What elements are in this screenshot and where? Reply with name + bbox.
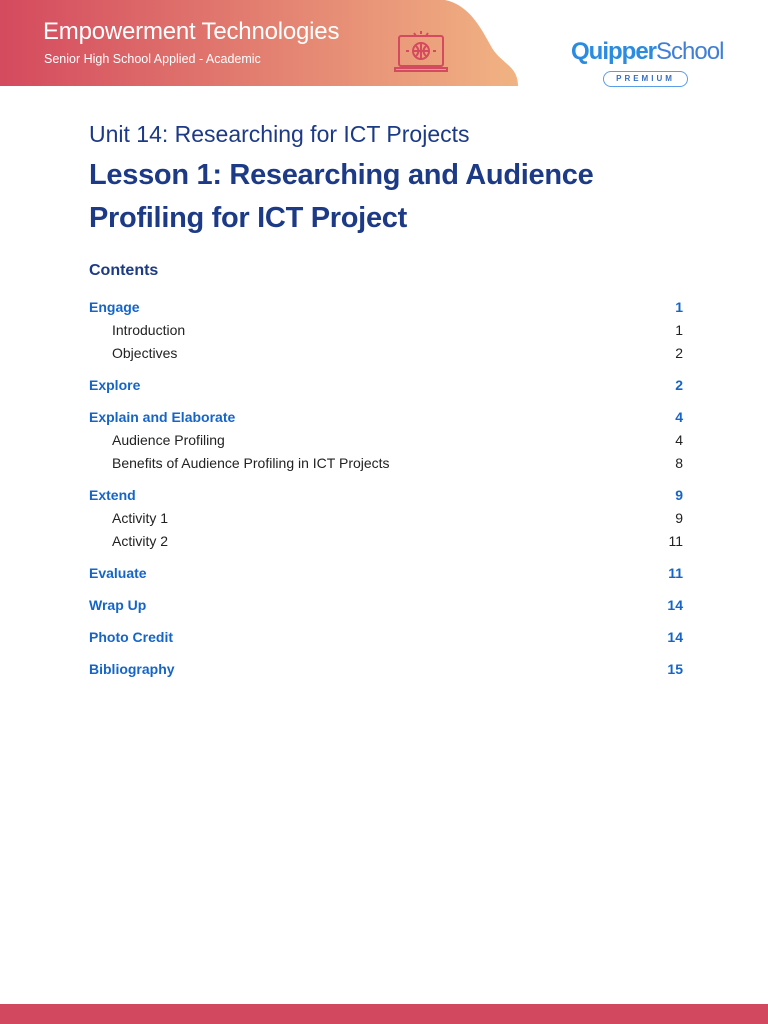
toc-entry-label: Explore xyxy=(89,377,141,393)
toc-entry-label: Photo Credit xyxy=(89,629,173,645)
toc-entry-page: 4 xyxy=(675,409,683,425)
toc-entry-label: Evaluate xyxy=(89,565,147,581)
toc-entry-label: Audience Profiling xyxy=(112,432,225,448)
toc-entry[interactable]: Objectives 2 xyxy=(89,344,683,367)
toc-entry-label: Introduction xyxy=(112,322,186,338)
footer-bar xyxy=(0,1004,768,1024)
toc-entry-page: 11 xyxy=(668,533,683,549)
toc-entry-label: Extend xyxy=(89,487,136,503)
toc-entry-page: 2 xyxy=(675,345,683,361)
toc-entry[interactable]: Explain and Elaborate 4 xyxy=(89,408,683,431)
toc-entry-page: 1 xyxy=(675,322,683,338)
premium-badge: PREMIUM xyxy=(603,71,688,87)
toc-entry-label: Explain and Elaborate xyxy=(89,409,236,425)
toc-entry-page: 2 xyxy=(675,377,683,393)
course-track: Senior High School Applied - Academic xyxy=(44,52,261,66)
toc-entry[interactable]: Introduction 1 xyxy=(89,321,683,344)
toc-entry-label: Objectives xyxy=(112,345,178,361)
course-title: Empowerment Technologies xyxy=(43,18,340,45)
toc-entry-page: 14 xyxy=(667,629,683,645)
toc-entry-label: Activity 1 xyxy=(112,510,169,526)
contents-heading: Contents xyxy=(89,262,159,279)
toc-entry-label: Activity 2 xyxy=(112,533,169,549)
toc-entry[interactable]: Activity 1 9 xyxy=(89,509,683,532)
toc-entry-page: 15 xyxy=(667,661,683,677)
unit-title: Unit 14: Researching for ICT Projects xyxy=(89,121,470,147)
toc-entry[interactable]: Engage 1 xyxy=(89,298,683,321)
toc-entry[interactable]: Wrap Up 14 xyxy=(89,596,683,619)
toc-entry[interactable]: Evaluate 11 xyxy=(89,564,683,587)
toc-entry[interactable]: Bibliography 15 xyxy=(89,660,683,683)
lesson-title: Lesson 1: Researching and Audience Profi… xyxy=(89,159,594,234)
toc-entry-page: 4 xyxy=(675,432,683,448)
toc-entry-page: 1 xyxy=(675,299,683,315)
toc-entry-page: 14 xyxy=(667,597,683,613)
quipper-school-logo: QuipperSchool xyxy=(571,38,724,65)
toc-entry-page: 9 xyxy=(675,510,683,526)
laptop-globe-icon xyxy=(394,31,448,72)
toc-entry-page: 8 xyxy=(675,455,683,471)
toc-entry[interactable]: Audience Profiling 4 xyxy=(89,431,683,454)
toc-entry-label: Engage xyxy=(89,299,140,315)
toc-entry-label: Bibliography xyxy=(89,661,175,677)
toc-entry[interactable]: Activity 2 11 xyxy=(89,532,683,555)
toc-entry-label: Wrap Up xyxy=(89,597,147,613)
toc-entry-page: 9 xyxy=(675,487,683,503)
toc-entry[interactable]: Photo Credit 14 xyxy=(89,628,683,651)
table-of-contents: Engage 1 Introduction 1 Objectives 2 Explore 2 E… xyxy=(89,298,683,683)
toc-entry[interactable]: Benefits of Audience Profiling in ICT Pr… xyxy=(89,454,683,477)
toc-entry[interactable]: Explore 2 xyxy=(89,376,683,399)
toc-entry-label: Benefits of Audience Profiling in ICT Pr… xyxy=(112,455,390,471)
toc-entry[interactable]: Extend 9 xyxy=(89,486,683,509)
toc-entry-page: 11 xyxy=(668,565,683,581)
